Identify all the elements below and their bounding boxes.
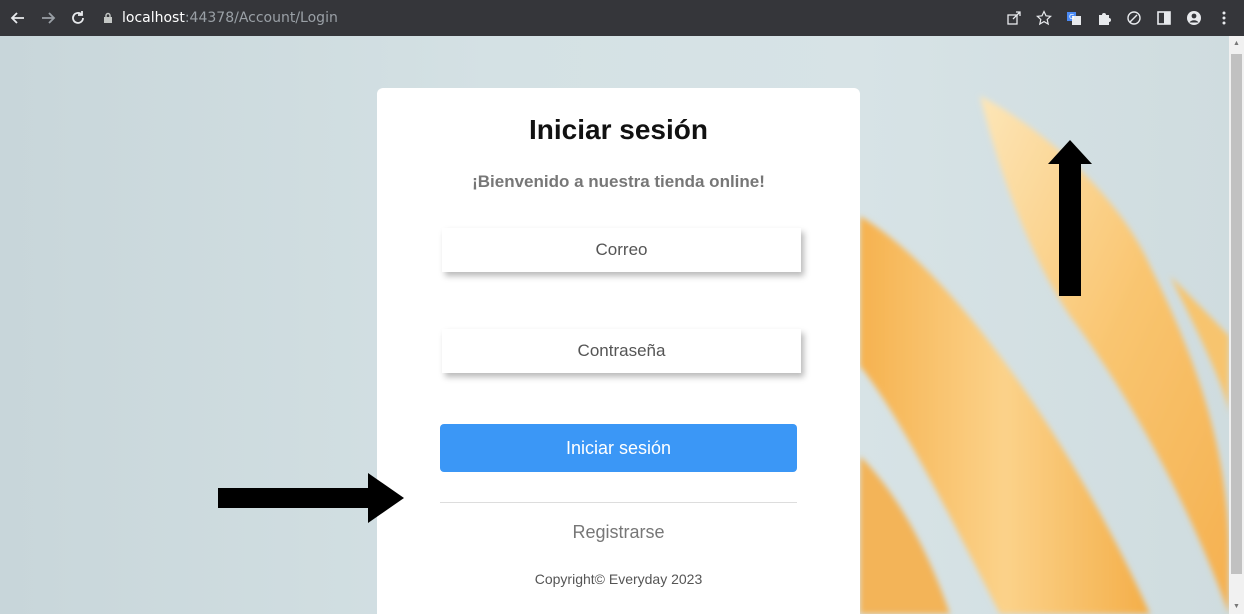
- share-icon[interactable]: [1004, 8, 1024, 28]
- leaf-icon[interactable]: [1124, 8, 1144, 28]
- translate-icon[interactable]: G: [1064, 8, 1084, 28]
- back-arrow-icon[interactable]: [6, 6, 30, 30]
- lock-icon: [104, 12, 112, 23]
- vertical-scrollbar[interactable]: ▲ ▼: [1229, 36, 1244, 614]
- password-field[interactable]: [442, 329, 801, 373]
- login-card: Iniciar sesión ¡Bienvenido a nuestra tie…: [377, 88, 860, 614]
- welcome-subtitle: ¡Bienvenido a nuestra tienda online!: [472, 172, 765, 191]
- profile-icon[interactable]: [1184, 8, 1204, 28]
- address-bar[interactable]: localhost:44378/Account/Login: [102, 4, 1004, 32]
- svg-text:G: G: [1069, 13, 1074, 21]
- url-host: localhost: [122, 10, 185, 26]
- divider: [440, 502, 797, 503]
- scroll-up-icon[interactable]: ▲: [1232, 39, 1241, 48]
- scroll-thumb[interactable]: [1231, 54, 1242, 574]
- login-button[interactable]: Iniciar sesión: [440, 424, 797, 472]
- more-vertical-icon[interactable]: [1214, 8, 1234, 28]
- url-path: :44378/Account/Login: [184, 10, 338, 26]
- page-title: Iniciar sesión: [529, 114, 708, 145]
- email-field[interactable]: [442, 228, 801, 272]
- scroll-down-icon[interactable]: ▼: [1232, 602, 1241, 611]
- puzzle-icon[interactable]: [1094, 8, 1114, 28]
- reload-icon[interactable]: [66, 6, 90, 30]
- page-viewport: Iniciar sesión ¡Bienvenido a nuestra tie…: [0, 36, 1229, 614]
- side-panel-icon[interactable]: [1154, 8, 1174, 28]
- forward-arrow-icon[interactable]: [36, 6, 60, 30]
- star-icon[interactable]: [1034, 8, 1054, 28]
- browser-toolbar: localhost:44378/Account/Login G: [0, 0, 1244, 36]
- black-arrow-up-icon: [1048, 140, 1092, 296]
- black-arrow-right-icon: [218, 473, 404, 523]
- copyright-text: Copyright© Everyday 2023: [534, 571, 703, 587]
- register-link[interactable]: Registrarse: [377, 522, 860, 543]
